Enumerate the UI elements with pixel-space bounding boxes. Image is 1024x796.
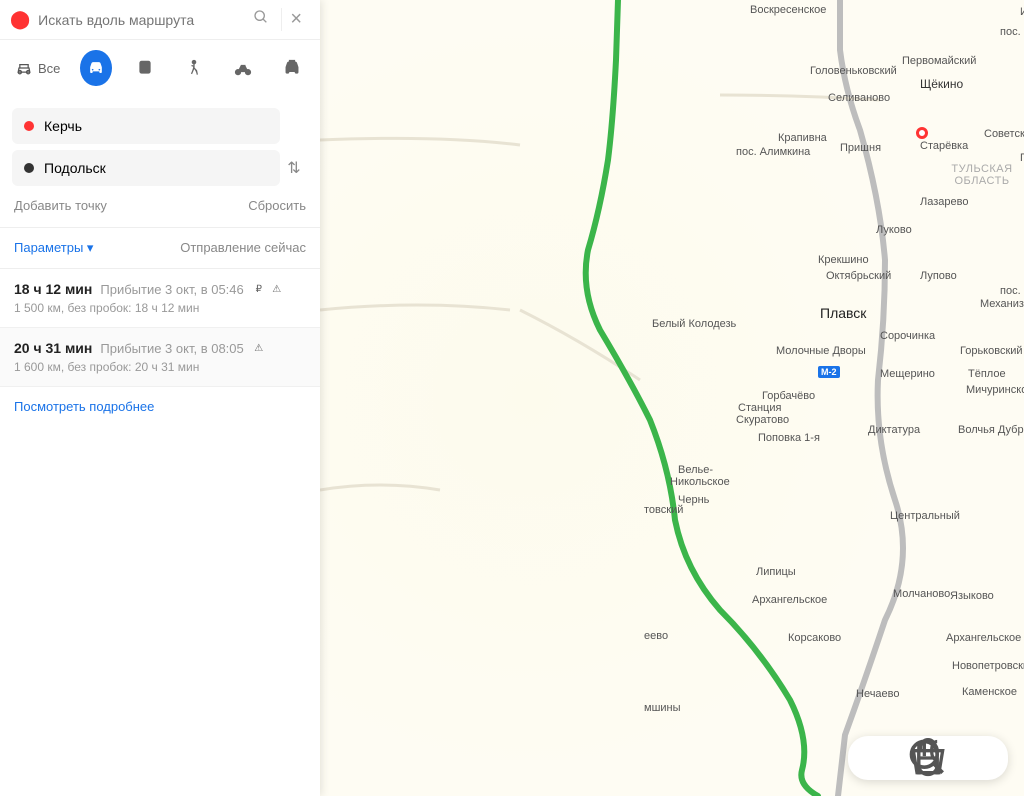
origin-dot-icon bbox=[24, 121, 34, 131]
tab-bike[interactable] bbox=[228, 50, 259, 86]
tool-pharmacy[interactable] bbox=[966, 742, 998, 774]
departure-label: Отправление сейчас bbox=[180, 240, 306, 256]
tab-taxi[interactable] bbox=[277, 50, 308, 86]
reset-button[interactable]: Сбросить bbox=[248, 198, 306, 213]
tab-all-label: Все bbox=[38, 61, 60, 76]
tab-all[interactable]: Все bbox=[12, 50, 62, 86]
waypoint-to[interactable]: Подольск bbox=[12, 150, 280, 186]
dest-dot-icon bbox=[24, 163, 34, 173]
map-tools bbox=[848, 736, 1008, 780]
params-button[interactable]: Параметры ▾ bbox=[14, 240, 93, 256]
warning-icon: ⚠ bbox=[252, 341, 266, 355]
search-icon[interactable] bbox=[245, 9, 277, 30]
tab-car[interactable] bbox=[80, 50, 111, 86]
route-distance: 1 600 км, без пробок: 20 ч 31 мин bbox=[14, 360, 306, 374]
search-bar: ⬤ × bbox=[0, 0, 320, 40]
route-time: 18 ч 12 мин bbox=[14, 281, 92, 297]
waypoint-to-text: Подольск bbox=[44, 160, 106, 176]
pin-icon: ⬤ bbox=[10, 9, 30, 30]
transport-tabs: Все bbox=[0, 40, 320, 96]
route-arrival: Прибытие 3 окт, в 08:05 bbox=[100, 341, 243, 356]
waypoint-from-text: Керчь bbox=[44, 118, 82, 134]
route-time: 20 ч 31 мин bbox=[14, 340, 92, 356]
close-icon[interactable]: × bbox=[281, 8, 310, 31]
route-distance: 1 500 км, без пробок: 18 ч 12 мин bbox=[14, 301, 306, 315]
search-input[interactable] bbox=[38, 12, 245, 28]
waypoints-panel: Керчь Подольск ⇅ Добавить точку Сбросить bbox=[0, 96, 320, 227]
route-arrival: Прибытие 3 окт, в 05:46 bbox=[100, 282, 243, 297]
swap-waypoints-button[interactable]: ⇅ bbox=[280, 158, 308, 178]
add-waypoint-button[interactable]: Добавить точку bbox=[14, 198, 107, 213]
waypoint-from[interactable]: Керчь bbox=[12, 108, 280, 144]
details-link[interactable]: Посмотреть подробнее bbox=[0, 387, 320, 426]
tab-transit[interactable] bbox=[130, 50, 161, 86]
tab-walk[interactable] bbox=[179, 50, 210, 86]
route-option-2[interactable]: 20 ч 31 мин Прибытие 3 окт, в 08:05 ⚠ 1 … bbox=[0, 328, 320, 387]
warning-icon: ⚠ bbox=[270, 282, 284, 296]
sidebar: ⬤ × Все bbox=[0, 0, 320, 796]
toll-icon: ₽ bbox=[252, 282, 266, 296]
map-canvas[interactable]: ТУЛЬСКАЯ ОБЛАСТЬ ВоскресенскоеИльинкаШва… bbox=[320, 0, 1024, 796]
route-option-1[interactable]: 18 ч 12 мин Прибытие 3 окт, в 05:46 ₽ ⚠ … bbox=[0, 269, 320, 328]
params-row: Параметры ▾ Отправление сейчас bbox=[0, 227, 320, 269]
